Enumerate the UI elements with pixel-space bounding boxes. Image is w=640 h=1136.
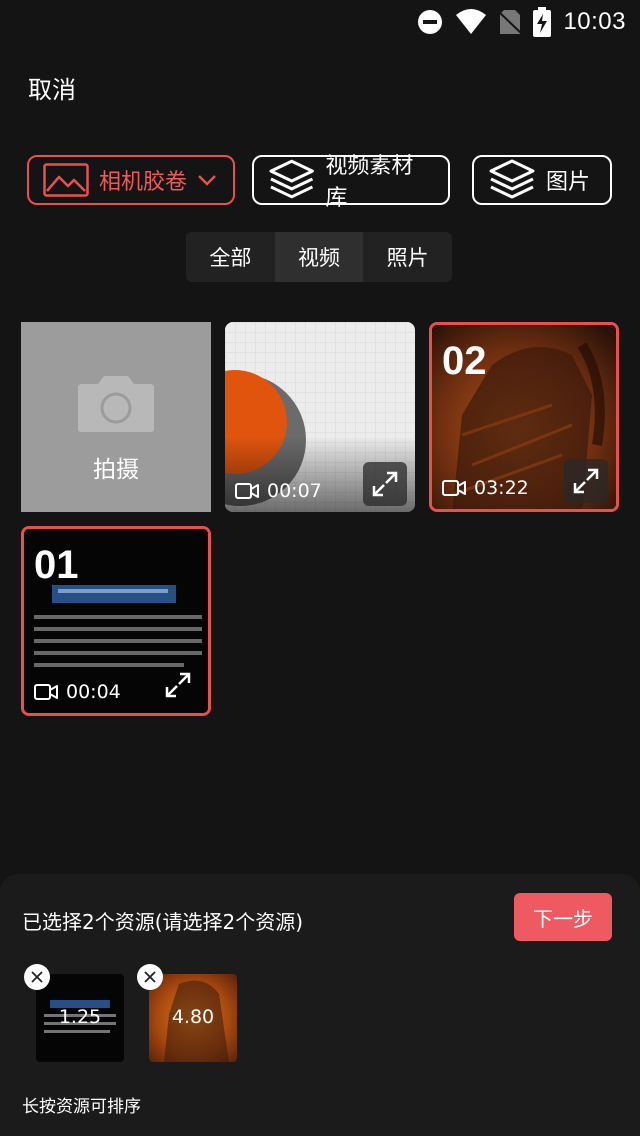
selection-order: 01: [34, 543, 79, 587]
media-item[interactable]: 00:07: [225, 322, 415, 512]
tab-photo[interactable]: 照片: [363, 232, 452, 282]
remove-selection-button[interactable]: [137, 964, 163, 990]
video-camera-icon: [235, 483, 259, 499]
camera-capture-tile[interactable]: 拍摄: [21, 322, 211, 512]
camera-icon: [78, 376, 154, 432]
camera-roll-label: 相机胶卷: [99, 170, 188, 195]
media-type-filter: 全部 视频 照片: [186, 232, 452, 282]
battery-charging-icon: [533, 7, 552, 37]
expand-icon: [573, 468, 599, 494]
cancel-button[interactable]: 取消: [28, 70, 76, 105]
selected-duration: 1.25: [58, 1006, 102, 1028]
reorder-hint: 长按资源可排序: [22, 1097, 141, 1117]
status-time: 10:03: [563, 8, 626, 35]
media-item[interactable]: 01 00:04: [21, 526, 211, 716]
duration-text: 03:22: [474, 477, 529, 499]
video-duration: 00:07: [235, 480, 322, 502]
tab-video[interactable]: 视频: [274, 232, 364, 282]
image-icon: [43, 163, 89, 197]
no-sim-icon: [499, 10, 522, 34]
chevron-down-icon: [198, 175, 216, 186]
selected-item[interactable]: 4.80: [137, 964, 237, 1062]
selection-order: 02: [442, 339, 487, 383]
close-icon: [31, 971, 43, 983]
selection-panel: 已选择2个资源(请选择2个资源) 下一步 1.25 4.80 长按资源可排序: [0, 874, 640, 1136]
preview-expand-button[interactable]: [363, 462, 407, 506]
preview-expand-button[interactable]: [156, 663, 200, 707]
camera-tile-label: 拍摄: [93, 457, 139, 483]
status-bar: 10:03: [0, 0, 640, 44]
video-camera-icon: [34, 684, 58, 700]
expand-icon: [372, 471, 398, 497]
remove-selection-button[interactable]: [24, 964, 50, 990]
video-duration: 03:22: [442, 477, 529, 499]
duration-text: 00:04: [66, 681, 121, 703]
wifi-icon: [456, 9, 487, 34]
video-library-button[interactable]: 视频素材库: [252, 154, 450, 211]
video-camera-icon: [442, 480, 466, 496]
next-button[interactable]: 下一步: [514, 893, 612, 941]
layers-icon: [489, 159, 535, 199]
pictures-label: 图片: [546, 170, 591, 195]
selection-info: 已选择2个资源(请选择2个资源): [22, 910, 304, 934]
layers-icon: [269, 159, 314, 199]
status-icons: 10:03: [417, 6, 626, 38]
media-item[interactable]: 02 03:22: [429, 322, 619, 512]
pictures-button[interactable]: 图片: [472, 155, 612, 205]
preview-expand-button[interactable]: [564, 459, 608, 503]
expand-icon: [165, 672, 191, 698]
dnd-icon: [418, 10, 443, 34]
camera-roll-button[interactable]: 相机胶卷: [27, 155, 235, 205]
selected-item[interactable]: 1.25: [24, 964, 124, 1062]
video-library-label: 视频素材库: [325, 154, 414, 211]
tab-all[interactable]: 全部: [186, 232, 275, 282]
video-duration: 00:04: [34, 681, 121, 703]
close-icon: [144, 971, 156, 983]
duration-text: 00:07: [267, 480, 322, 502]
selected-duration: 4.80: [171, 1006, 215, 1028]
